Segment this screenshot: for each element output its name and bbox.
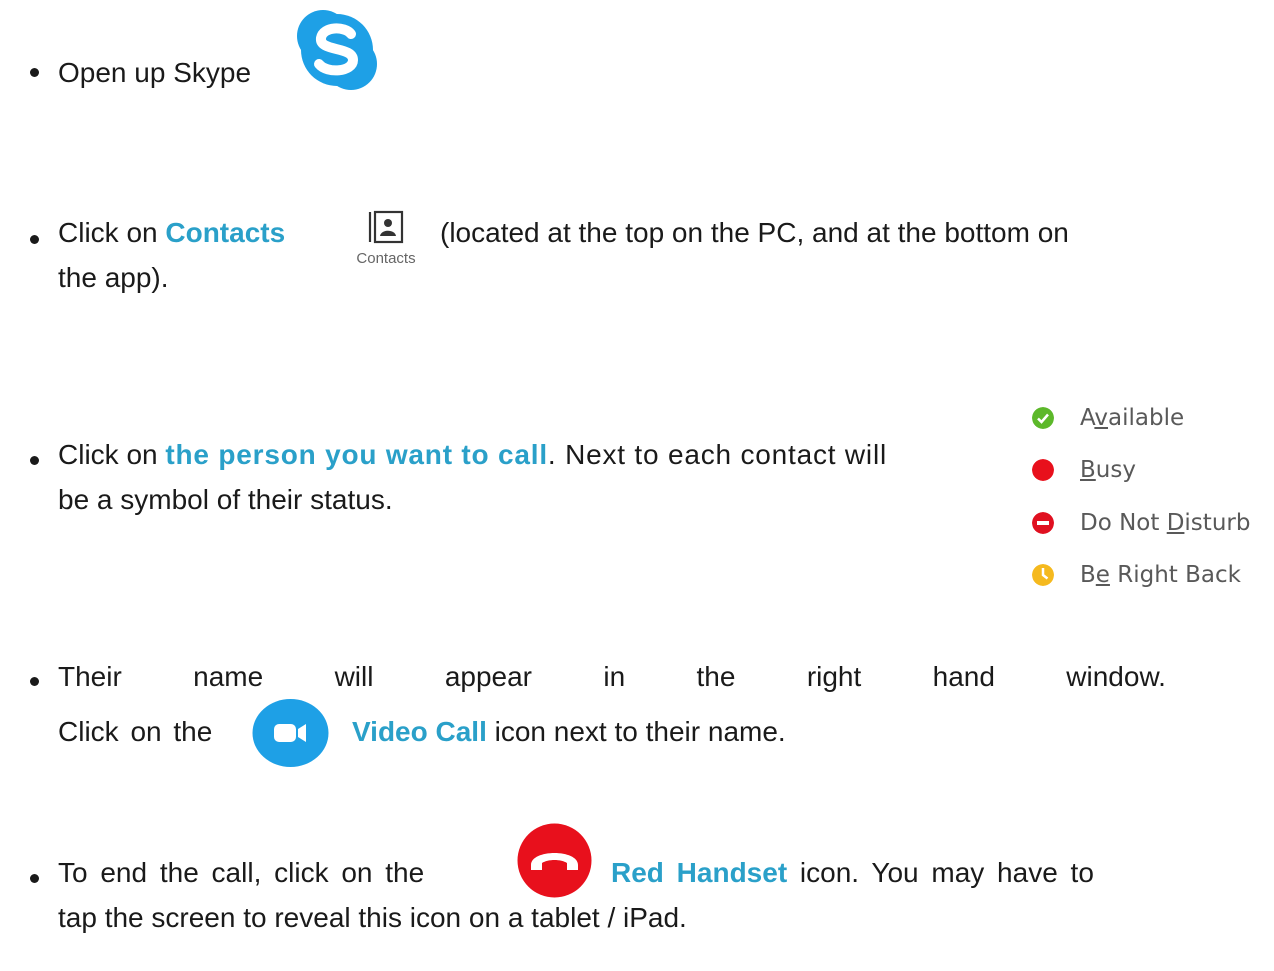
status-do-not-disturb: Do Not Disturb (1032, 508, 1250, 538)
bullet (30, 235, 39, 244)
video-call-icon[interactable] (252, 698, 329, 768)
step-3-post: . Next to each contact will (547, 439, 887, 470)
status-busy: Busy (1032, 455, 1136, 485)
step-4-line-2: Video Call icon next to their name. (352, 714, 786, 750)
red-dot-icon (1032, 459, 1054, 481)
check-circle-icon (1032, 407, 1054, 429)
step-2-line-2: the app). (58, 262, 169, 293)
status-available: Available (1032, 403, 1184, 433)
contacts-button[interactable]: Contacts (343, 210, 429, 272)
step-2-pre: Click on (58, 217, 166, 248)
bullet (30, 68, 39, 77)
bullet (30, 677, 39, 686)
step-2-line-1-post: (located at the top on the PC, and at th… (440, 217, 1069, 248)
step-1-text: Open up Skype (58, 57, 252, 88)
step-2-line-1: Click on Contacts (58, 215, 285, 251)
status-label: Busy (1080, 457, 1136, 483)
status-label: Be Right Back (1080, 562, 1241, 588)
step-3-line-1: Click on the person you want to call. Ne… (58, 437, 887, 473)
red-handset-icon[interactable] (517, 823, 592, 898)
status-be-right-back: Be Right Back (1032, 560, 1241, 590)
contacts-highlight: Contacts (165, 217, 286, 248)
status-label: Do Not Disturb (1080, 510, 1251, 536)
red-handset-highlight: Red Handset (611, 857, 788, 888)
step-5-line-1: Red Handset icon. You may have to (611, 855, 1094, 891)
step-5-post: icon. You may have to (787, 857, 1094, 888)
step-4-line-1: Their name will appear in the right hand… (58, 661, 1166, 692)
step-3-pre: Click on (58, 439, 166, 470)
bullet (30, 456, 39, 465)
step-4-line-2-pre: Click on the (58, 716, 213, 747)
bullet (30, 874, 39, 883)
step-4-post: icon next to their name. (486, 716, 786, 747)
video-call-highlight: Video Call (352, 716, 487, 747)
step-5-line-1-pre: To end the call, click on the (58, 857, 425, 888)
status-label: Available (1080, 405, 1185, 431)
minus-circle-icon (1032, 512, 1054, 534)
step-3-line-2: be a symbol of their status. (58, 484, 393, 515)
clock-icon (1032, 564, 1054, 586)
step-5-line-2: tap the screen to reveal this icon on a … (58, 902, 687, 933)
skype-logo-icon (297, 10, 377, 90)
contacts-book-icon (368, 210, 404, 244)
contacts-icon-caption: Contacts (356, 250, 416, 267)
person-highlight: the person you want to call (165, 439, 548, 470)
